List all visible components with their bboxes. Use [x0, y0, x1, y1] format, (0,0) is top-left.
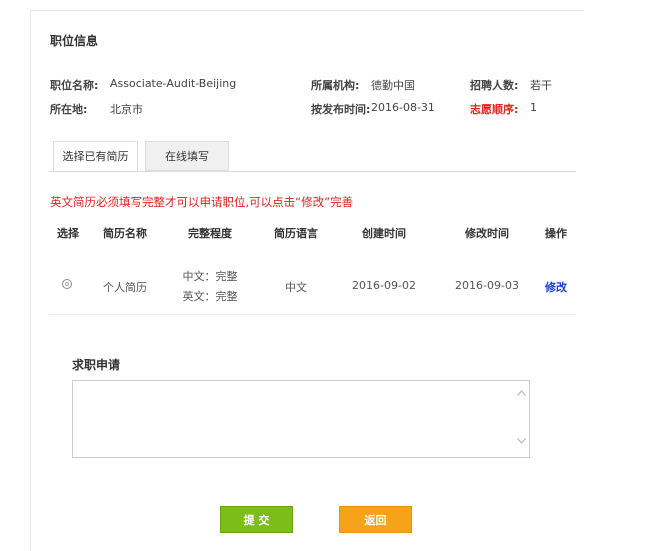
header-created-time: 创建时间: [362, 227, 406, 240]
preference-order-label: 志愿顺序:: [470, 103, 519, 116]
submit-button[interactable]: 提 交: [220, 506, 293, 533]
resume-select-radio[interactable]: [62, 279, 72, 289]
header-resume-name: 简历名称: [103, 227, 147, 240]
resume-notice: 英文简历必须填写完整才可以申请职位,可以点击“修改”完善: [50, 195, 354, 209]
tab-select-existing-resume[interactable]: 选择已有简历: [53, 141, 138, 171]
location-value: 北京市: [110, 103, 143, 116]
position-name-value: Associate-Audit-Beijing: [110, 77, 237, 90]
completeness-en-cell: 英文：完整: [182, 290, 238, 303]
publish-date-value: 2016-08-31: [371, 101, 435, 114]
position-info-title: 职位信息: [50, 34, 99, 48]
modified-time-cell: 2016-09-03: [455, 279, 519, 292]
completeness-cn-cell: 中文：完整: [182, 270, 238, 283]
resume-name-cell: 个人简历: [103, 281, 147, 294]
location-label: 所在地:: [50, 103, 88, 116]
header-modified-time: 修改时间: [465, 227, 509, 240]
created-time-cell: 2016-09-02: [352, 279, 416, 292]
headcount-value: 若干: [530, 79, 552, 92]
chevron-down-icon[interactable]: [517, 436, 526, 447]
application-title: 求职申请: [72, 358, 121, 372]
header-completeness: 完整程度: [188, 227, 232, 240]
back-button[interactable]: 返回: [339, 506, 412, 533]
organization-label: 所属机构:: [311, 79, 360, 92]
preference-order-value: 1: [530, 101, 537, 114]
position-name-label: 职位名称:: [50, 79, 99, 92]
tab-fill-online[interactable]: 在线填写: [145, 141, 229, 171]
edit-resume-link[interactable]: 修改: [545, 279, 567, 295]
organization-value: 德勤中国: [371, 79, 415, 92]
resume-language-cell: 中文: [285, 281, 307, 294]
chevron-up-icon[interactable]: [517, 388, 526, 399]
header-select: 选择: [57, 227, 79, 240]
table-row-divider: [49, 314, 576, 315]
header-resume-language: 简历语言: [274, 227, 318, 240]
headcount-label: 招聘人数:: [470, 79, 519, 92]
header-action: 操作: [545, 227, 567, 240]
publish-date-label: 按发布时间:: [311, 103, 371, 116]
application-textarea[interactable]: [72, 380, 530, 458]
